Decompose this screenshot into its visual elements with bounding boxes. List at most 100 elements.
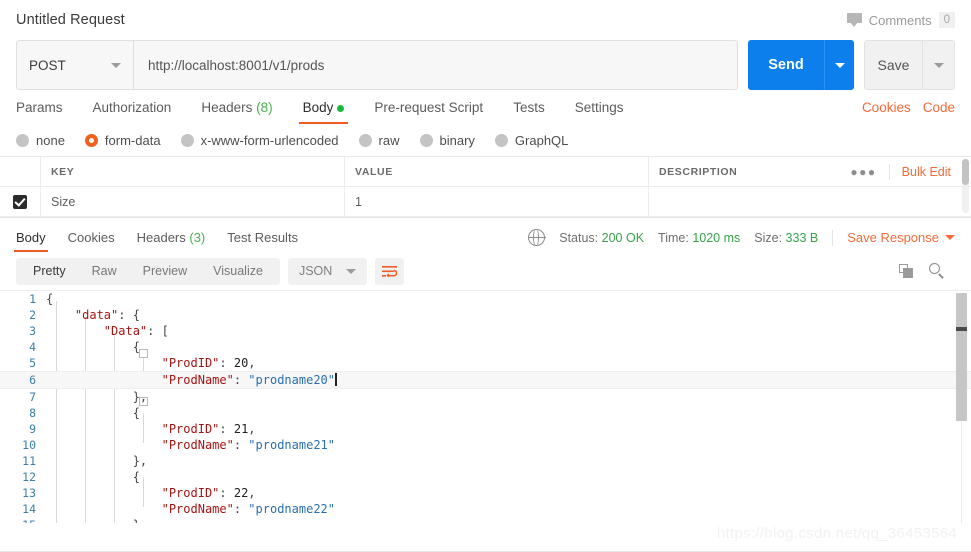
code-token-punct: : (233, 438, 249, 452)
code-line[interactable]: 6 "ProdName": "prodname20" (0, 371, 971, 389)
request-tab-headers[interactable]: Headers (8) (201, 100, 272, 124)
response-tab-cookies[interactable]: Cookies (68, 230, 115, 252)
http-method-select[interactable]: POST (16, 40, 134, 90)
format-tab-preview[interactable]: Preview (130, 258, 200, 285)
request-tab-label: Params (16, 100, 63, 115)
url-input[interactable]: http://localhost:8001/v1/prods (134, 40, 738, 90)
response-body-code-viewer[interactable]: 1{2 "data": {3 "Data": [4 {5 "ProdID": 2… (0, 290, 971, 523)
code-line-text: "ProdName": "prodname21" (46, 437, 335, 453)
row-enable-checkbox[interactable] (13, 194, 27, 209)
request-tab-label: Headers (201, 100, 253, 115)
code-line[interactable]: 15 } (0, 517, 971, 523)
response-view-toolbar: Pretty Raw Preview Visualize JSON (0, 252, 971, 290)
code-line[interactable]: 10 "ProdName": "prodname21" (0, 437, 971, 453)
code-line[interactable]: 1{ (0, 291, 971, 307)
code-line-text: "ProdID": 20, (46, 355, 256, 371)
request-tab-tests[interactable]: Tests (513, 100, 545, 124)
save-button[interactable]: Save (865, 41, 922, 89)
request-tab-body[interactable]: Body (298, 100, 349, 124)
wrap-lines-button[interactable] (375, 257, 405, 285)
row-description-cell[interactable] (649, 187, 971, 216)
body-type-binary[interactable]: binary (419, 132, 475, 148)
row-key-cell[interactable]: Size (41, 187, 345, 216)
cookies-link[interactable]: Cookies (862, 100, 911, 115)
code-line[interactable]: 2 "data": { (0, 307, 971, 323)
code-line-text: "Data": [ (46, 323, 169, 339)
code-token-punct: : (233, 502, 249, 516)
row-checkbox-cell (0, 187, 41, 216)
response-tab-body[interactable]: Body (14, 230, 48, 252)
code-line[interactable]: 9 "ProdID": 21, (0, 421, 971, 437)
send-button[interactable]: Send (748, 40, 824, 90)
status-item: Status: 200 OK (559, 231, 644, 245)
response-format-segments: Pretty Raw Preview Visualize (16, 257, 280, 285)
send-options-button[interactable] (824, 40, 854, 90)
response-tab-headers[interactable]: Headers (3) (137, 230, 206, 252)
chevron-down-icon (933, 62, 944, 68)
scrollbar-thumb[interactable] (962, 159, 969, 185)
code-token-punct (46, 356, 162, 370)
code-line[interactable]: 14 "ProdName": "prodname22" (0, 501, 971, 517)
search-icon[interactable] (929, 263, 945, 279)
request-tab-settings[interactable]: Settings (575, 100, 624, 124)
line-number: 2 (29, 308, 36, 322)
code-line[interactable]: 13 "ProdID": 22, (0, 485, 971, 501)
response-tab-label: Body (16, 230, 46, 245)
save-options-button[interactable] (922, 41, 954, 89)
send-button-group: Send (748, 40, 854, 90)
code-line-text: }, (46, 389, 147, 405)
request-tab-authorization[interactable]: Authorization (93, 100, 172, 124)
code-link[interactable]: Code (923, 100, 955, 115)
column-header-description: DESCRIPTION ●●● Bulk Edit (649, 157, 971, 186)
code-line[interactable]: 12 { (0, 469, 971, 485)
copy-icon[interactable] (899, 264, 913, 278)
wrap-lines-icon (382, 265, 398, 277)
code-token-punct (46, 486, 162, 500)
ellipsis-icon[interactable]: ●●● (850, 165, 876, 179)
size-label: Size: (754, 230, 783, 245)
code-token-str: "prodname22" (248, 502, 335, 516)
format-tab-raw[interactable]: Raw (79, 258, 130, 285)
code-token-punct: }, (46, 454, 148, 468)
code-line[interactable]: 4 { (0, 339, 971, 355)
code-line[interactable]: 11 }, (0, 453, 971, 469)
code-line-text: } (46, 517, 140, 523)
response-language-select[interactable]: JSON (287, 257, 368, 285)
code-line[interactable]: 7 }, (0, 389, 971, 405)
code-token-punct: : (233, 373, 249, 387)
radio-icon (419, 133, 433, 147)
globe-icon (527, 228, 546, 247)
params-table-scrollbar[interactable] (962, 159, 969, 213)
code-scrollbar[interactable] (956, 293, 967, 421)
code-line[interactable]: 5 "ProdID": 20, (0, 355, 971, 371)
response-tab-count: (3) (185, 230, 206, 245)
bulk-edit-button[interactable]: Bulk Edit (902, 165, 951, 179)
body-type-form-data[interactable]: form-data (84, 133, 161, 148)
status-label: Status: (559, 230, 599, 245)
comments-button[interactable]: Comments 0 (846, 12, 955, 28)
body-type-raw[interactable]: raw (358, 133, 400, 148)
code-line-text: { (46, 469, 140, 485)
page-title: Untitled Request (16, 12, 125, 28)
code-line[interactable]: 3 "Data": [ (0, 323, 971, 339)
format-tab-visualize[interactable]: Visualize (200, 258, 276, 285)
code-token-punct: : (219, 356, 234, 370)
format-tab-pretty[interactable]: Pretty (20, 258, 79, 285)
table-row[interactable]: Size 1 (0, 187, 971, 217)
request-tab-label: Settings (574, 100, 624, 115)
response-tab-test-results[interactable]: Test Results (227, 230, 298, 252)
time-value: 1020 ms (692, 230, 741, 245)
body-type-x-www-form-urlencoded[interactable]: x-www-form-urlencoded (180, 133, 339, 148)
save-response-button[interactable]: Save Response (847, 230, 955, 245)
body-type-none[interactable]: none (16, 133, 65, 148)
row-value-cell[interactable]: 1 (345, 187, 649, 216)
body-type-label: binary (439, 132, 475, 148)
request-tab-pre-request-script[interactable]: Pre-request Script (374, 100, 483, 124)
code-line[interactable]: 8 { (0, 405, 971, 421)
line-number: 3 (29, 324, 36, 338)
line-number: 14 (22, 502, 36, 516)
code-line-text: "data": { (46, 307, 140, 323)
body-type-graphql[interactable]: GraphQL (494, 133, 568, 148)
request-tab-params[interactable]: Params (16, 100, 63, 124)
response-view-actions (899, 263, 955, 279)
